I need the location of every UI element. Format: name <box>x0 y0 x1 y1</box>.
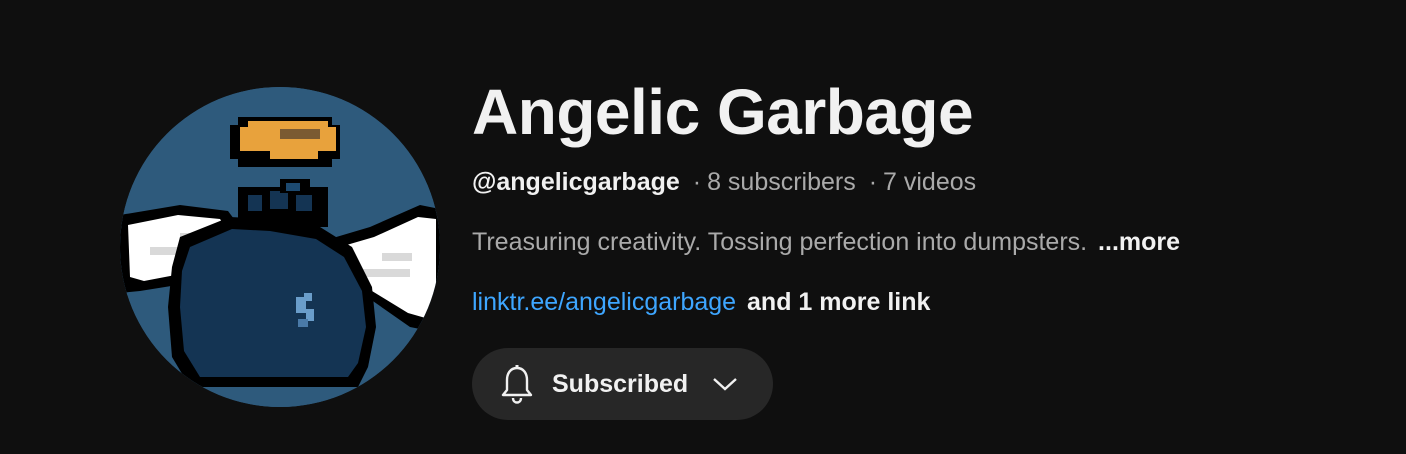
channel-avatar[interactable] <box>120 87 440 407</box>
description-text: Treasuring creativity. Tossing perfectio… <box>472 228 1088 256</box>
video-count: 7 videos <box>883 168 977 196</box>
subscriber-count: 8 subscribers <box>707 168 856 196</box>
channel-name: Angelic Garbage <box>472 76 974 148</box>
chevron-down-icon <box>713 378 737 391</box>
subscribed-button[interactable]: Subscribed <box>472 348 773 420</box>
more-links-button[interactable]: and 1 more link <box>747 288 930 316</box>
channel-meta: @angelicgarbage · 8 subscribers · 7 videos <box>472 165 1372 199</box>
channel-info: Angelic Garbage @angelicgarbage · 8 subsc… <box>472 70 1372 319</box>
garbage-bag-icon <box>168 217 376 387</box>
channel-header: Angelic Garbage @angelicgarbage · 8 subsc… <box>0 0 1406 454</box>
subscribed-label: Subscribed <box>552 369 689 398</box>
channel-description[interactable]: Treasuring creativity. Tossing perfectio… <box>472 225 1372 259</box>
pixel-angel-garbage-bag-icon <box>120 87 440 407</box>
primary-link[interactable]: linktr.ee/angelicgarbage <box>472 288 736 316</box>
meta-separator: · <box>868 168 878 196</box>
halo-icon <box>230 117 340 167</box>
bell-icon <box>501 365 533 404</box>
channel-links: linktr.ee/angelicgarbage and 1 more link <box>472 285 1372 319</box>
channel-handle[interactable]: @angelicgarbage <box>472 168 680 196</box>
more-button[interactable]: ...more <box>1098 228 1180 256</box>
meta-separator: · <box>692 168 702 196</box>
